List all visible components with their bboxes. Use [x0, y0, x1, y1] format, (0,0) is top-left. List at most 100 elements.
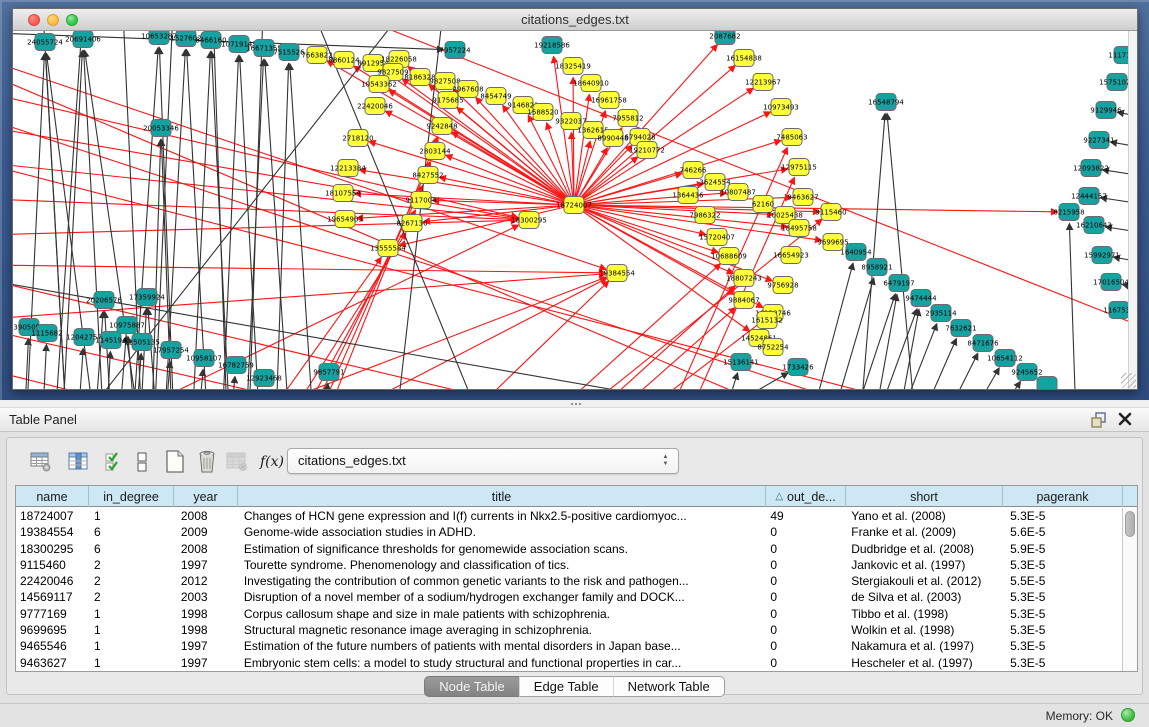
graph-edge[interactable] — [973, 382, 1020, 389]
graph-edge[interactable] — [433, 281, 608, 389]
table-row[interactable]: 969969511998Structural magnetic resonanc… — [16, 622, 1122, 638]
graph-edge[interactable] — [228, 377, 235, 389]
graph-node[interactable]: 16154838 — [726, 50, 762, 67]
tab-node-table[interactable]: Node Table — [424, 676, 519, 697]
table-select-dropdown[interactable]: citations_edges.txt ▲▼ — [287, 448, 679, 474]
graph-edge[interactable] — [547, 123, 574, 205]
graph-node[interactable]: 7957224 — [439, 42, 471, 59]
float-panel-icon[interactable] — [1091, 412, 1107, 428]
graph-node[interactable]: 10958107 — [186, 350, 222, 367]
graph-node[interactable]: 8215958 — [1053, 204, 1084, 221]
graph-edge[interactable] — [41, 345, 46, 389]
table-row[interactable]: 1830029562008Estimation of significance … — [16, 541, 1122, 557]
graph-node[interactable]: 13555584 — [370, 240, 406, 257]
network-graph[interactable]: 2405572420691406106532871527602646616010… — [13, 31, 1137, 389]
table-row[interactable]: 2242004622012Investigating the contribut… — [16, 573, 1122, 589]
column-header-year[interactable]: year — [174, 486, 238, 507]
table-row[interactable]: 946554611997Estimation of the future num… — [16, 638, 1122, 654]
column-header-outde[interactable]: △out_de... — [766, 486, 846, 507]
memory-status-icon[interactable] — [1121, 708, 1135, 722]
graph-node[interactable]: 7955812 — [612, 110, 643, 127]
graph-edge[interactable] — [386, 111, 574, 205]
table-mode-button[interactable] — [27, 448, 55, 476]
graph-node[interactable]: 9115460 — [815, 204, 846, 221]
table-row[interactable]: 1456911722003Disruption of a novel membe… — [16, 589, 1122, 605]
graph-node[interactable]: 2935114 — [925, 305, 957, 322]
graph-node[interactable]: 62160 — [752, 196, 774, 213]
graph-edge[interactable] — [76, 349, 83, 389]
graph-edge[interactable] — [245, 60, 263, 389]
tab-edge-table[interactable]: Edge Table — [519, 676, 613, 697]
graph-edge[interactable] — [191, 52, 210, 389]
graph-node[interactable]: 12444157 — [1071, 188, 1107, 205]
graph-node[interactable]: 746266 — [680, 162, 707, 179]
graph-node[interactable]: 6479197 — [883, 275, 914, 292]
graph-node[interactable]: 10654112 — [987, 350, 1023, 367]
graph-node[interactable]: 7485063 — [776, 129, 807, 146]
graph-node[interactable]: 18640910 — [573, 75, 609, 92]
graph-node[interactable]: 20206576 — [86, 292, 122, 309]
graph-node[interactable]: 9227341 — [1083, 132, 1114, 149]
table-row[interactable]: 1872400712008Changes of HCN gene express… — [16, 508, 1122, 524]
graph-edge[interactable] — [713, 373, 737, 389]
graph-node[interactable]: 2087682 — [709, 31, 740, 45]
graph-edge[interactable] — [951, 368, 999, 389]
column-header-short[interactable]: short — [846, 486, 1003, 507]
graph-node[interactable]: 9474444 — [905, 290, 937, 307]
graph-edge[interactable] — [212, 52, 231, 389]
column-header-indegree[interactable]: in_degree — [89, 486, 174, 507]
graph-edge[interactable] — [574, 205, 749, 331]
graph-node[interactable]: 16961758 — [591, 92, 627, 109]
graph-node[interactable]: 9129946 — [1090, 102, 1122, 119]
show-columns-button[interactable] — [65, 448, 93, 476]
graph-node[interactable]: 12093822 — [1073, 160, 1109, 177]
close-panel-icon[interactable] — [1117, 411, 1133, 427]
graph-node[interactable]: 12923468 — [246, 370, 282, 387]
window-resize-grip-icon[interactable] — [1121, 373, 1136, 388]
graph-node[interactable]: 2803144 — [419, 143, 451, 160]
create-column-button[interactable] — [161, 448, 189, 476]
delete-column-button[interactable] — [193, 448, 221, 476]
graph-edge[interactable] — [653, 373, 788, 389]
graph-node[interactable]: 9756928 — [767, 277, 798, 294]
graph-node[interactable]: 15992971 — [1084, 247, 1120, 264]
graph-edge[interactable] — [823, 279, 874, 389]
graph-node[interactable] — [1037, 377, 1057, 390]
graph-node[interactable]: 12213967 — [745, 74, 781, 91]
graph-node[interactable]: 2718120 — [342, 130, 373, 147]
function-builder-button[interactable]: f(x) — [258, 448, 286, 476]
graph-node[interactable]: 12213384 — [330, 160, 366, 177]
tab-network-table[interactable]: Network Table — [613, 676, 725, 697]
network-scrollbar[interactable] — [1128, 31, 1137, 389]
graph-node[interactable]: 24055724 — [27, 34, 63, 51]
table-row[interactable]: 1938455462009Genome-wide association stu… — [16, 524, 1122, 540]
graph-node[interactable]: 16654923 — [773, 247, 809, 264]
table-scrollbar[interactable] — [1122, 508, 1137, 671]
graph-node[interactable]: 19218586 — [534, 37, 570, 54]
graph-node[interactable]: 8958921 — [861, 259, 892, 276]
graph-node[interactable]: 16210643 — [1076, 217, 1112, 234]
graph-edge[interactable] — [446, 155, 574, 205]
graph-node[interactable]: 17016504 — [1093, 274, 1129, 291]
network-canvas[interactable]: 2405572420691406106532871527602646616010… — [13, 31, 1137, 389]
network-window-titlebar[interactable]: citations_edges.txt — [13, 9, 1137, 31]
column-header-title[interactable]: title — [238, 486, 766, 507]
panel-divider[interactable] — [0, 400, 1149, 408]
table-scrollbar-thumb[interactable] — [1125, 511, 1135, 537]
divider-grip-icon[interactable] — [570, 402, 582, 406]
graph-edge[interactable] — [283, 211, 415, 389]
graph-node[interactable]: 8860124 — [328, 52, 360, 69]
graph-node[interactable]: 15720407 — [699, 229, 735, 246]
column-header-name[interactable]: name — [16, 486, 89, 507]
graph-edge[interactable] — [1069, 224, 1077, 389]
graph-node[interactable]: 18325419 — [555, 58, 591, 75]
graph-node[interactable]: 7632621 — [945, 320, 976, 337]
graph-node[interactable]: 12975115 — [781, 159, 817, 176]
table-row[interactable]: 977716911998Corpus callosum shape and si… — [16, 606, 1122, 622]
graph-node[interactable]: 9463627 — [787, 189, 818, 206]
graph-node[interactable]: 20053346 — [143, 120, 179, 137]
graph-node[interactable]: 8471676 — [967, 335, 999, 352]
graph-edge[interactable] — [221, 56, 238, 389]
table-row[interactable]: 911546021997Tourette syndrome. Phenomeno… — [16, 557, 1122, 573]
graph-node[interactable]: 20691406 — [65, 31, 101, 48]
